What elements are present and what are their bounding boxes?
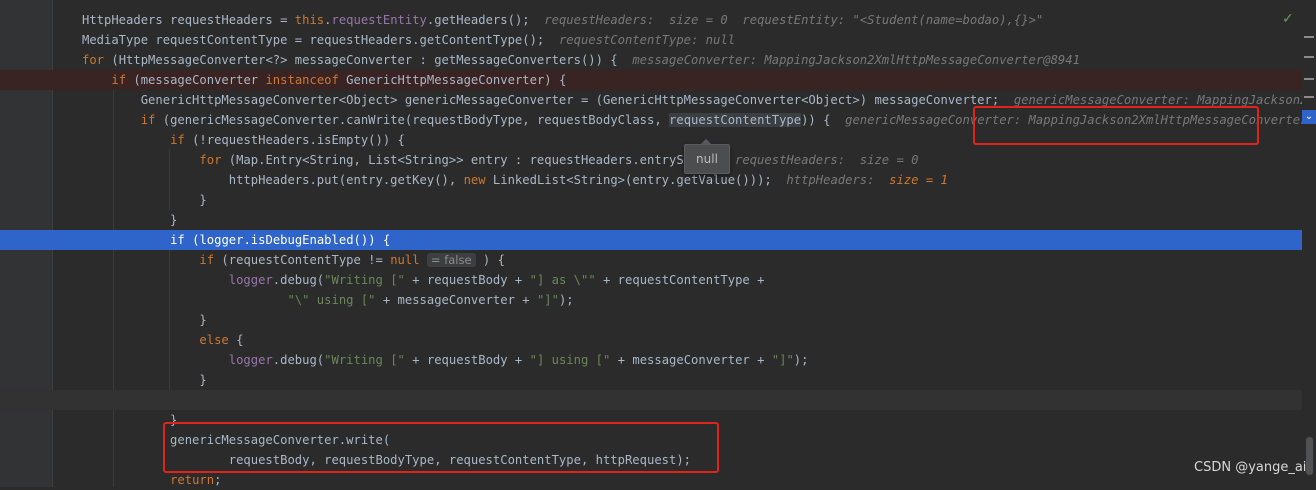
code-line-breakpoint[interactable]: if (messageConverter instanceof GenericH… [0,70,1302,90]
code-line[interactable]: } [0,190,1302,210]
debug-hint: requestContentType: null [558,33,736,47]
debug-hint: httpHeaders: [786,173,875,187]
check-icon: ✓ [1282,11,1294,27]
code-line[interactable]: MediaType requestContentType = requestHe… [0,30,1302,50]
code-line[interactable]: for (Map.Entry<String, List<String>> ent… [0,150,1302,170]
value-tooltip: null [684,144,730,174]
code-line[interactable]: else { [0,330,1302,350]
code-line[interactable]: if (!requestHeaders.isEmpty()) { [0,130,1302,150]
code-line-caret[interactable] [0,390,1302,410]
code-line[interactable]: } [0,310,1302,330]
debug-hint: requestHeaders: size = 0 [735,153,919,167]
debug-hint: messageConverter: MappingJackson2XmlHttp… [632,53,1080,67]
code-editor[interactable]: HttpHeaders requestHeaders = this.reques… [0,0,1316,487]
chevron-down-icon[interactable]: ⌄ [1302,110,1316,124]
scroll-marker [1304,36,1314,38]
code-line[interactable]: genericMessageConverter.write( [0,430,1302,450]
code-line[interactable]: if (requestContentType != null = false )… [0,250,1302,270]
code-line[interactable]: return; [0,470,1302,490]
code-line[interactable]: for (HttpMessageConverter<?> messageConv… [0,50,1302,70]
code-line[interactable]: GenericHttpMessageConverter<Object> gene… [0,90,1316,110]
code-line[interactable]: logger.debug("Writing [" + requestBody +… [0,350,1302,370]
code-line[interactable]: logger.debug("Writing [" + requestBody +… [0,270,1302,290]
code-line[interactable]: requestBody, requestBodyType, requestCon… [0,450,1302,470]
inline-value-hint: = false [426,253,476,267]
code-line[interactable]: HttpHeaders requestHeaders = this.reques… [0,10,1302,30]
scroll-marker [1304,56,1314,58]
code-line-execution-point[interactable]: if (logger.isDebugEnabled()) { [0,230,1302,250]
scroll-marker [1304,78,1314,80]
code-line[interactable]: } [0,210,1302,230]
debug-hint: genericMessageConverter: MappingJackson2… [1013,93,1316,107]
code-line[interactable]: } [0,370,1302,390]
code-line[interactable]: } [0,410,1302,430]
debug-hint-value: size = 1 [889,173,948,187]
code-line[interactable]: "\" using [" + messageConverter + "]"); [0,290,1302,310]
code-line[interactable]: if (genericMessageConverter.canWrite(req… [0,110,1316,130]
code-line[interactable]: httpHeaders.put(entry.getKey(), new Link… [0,170,1302,190]
debug-hint: requestHeaders: size = 0 requestEntity: … [544,13,1044,27]
scroll-marker [1304,96,1314,98]
watermark: CSDN @yange_ai [1194,460,1307,475]
debug-hint: genericMessageConverter: MappingJackson2… [845,113,1316,127]
vertical-scrollbar[interactable] [1302,0,1316,487]
scrollbar-thumb[interactable] [1306,437,1313,475]
